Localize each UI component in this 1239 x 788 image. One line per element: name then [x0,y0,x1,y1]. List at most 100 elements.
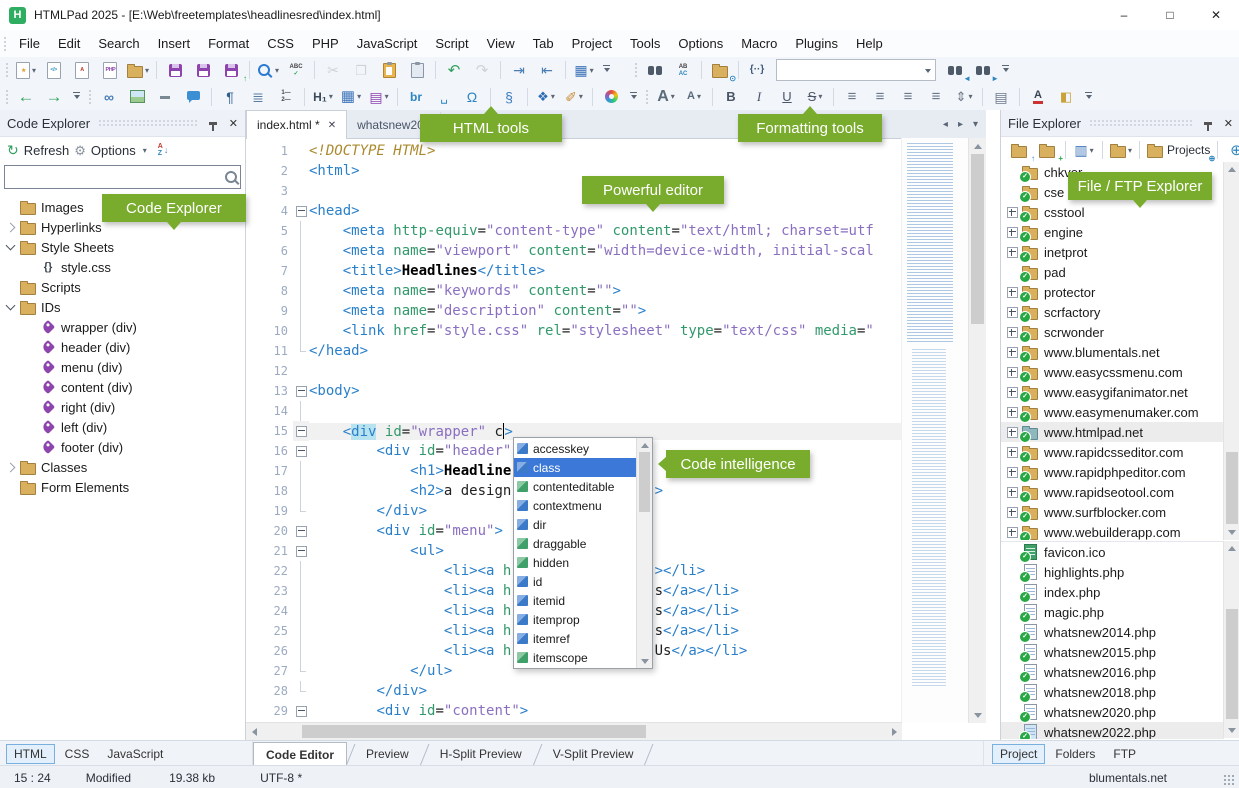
tree-item-content-div[interactable]: content (div) [0,377,245,397]
menu-item-view[interactable]: View [478,36,524,51]
tree-item-footer-div[interactable]: footer (div) [0,437,245,457]
table-icon[interactable]: ▦▾ [338,86,364,108]
vertical-scroll-thumb[interactable] [971,154,984,324]
code-line[interactable]: 12 [246,361,902,381]
fold-marker-icon[interactable] [296,426,307,437]
menu-item-plugins[interactable]: Plugins [786,36,847,51]
horizontal-rule-icon[interactable]: ▬ [152,86,178,108]
editor-tab-index-html[interactable]: index.html *✕ [246,110,347,139]
horizontal-scroll-thumb[interactable] [302,725,646,738]
fold-marker-icon[interactable] [296,386,307,397]
editor-vertical-scrollbar[interactable] [968,138,986,723]
menu-item-project[interactable]: Project [563,36,621,51]
expand-icon[interactable] [5,222,15,232]
folder-item-www-rapidcsseditor-com[interactable]: ✓www.rapidcsseditor.com [1001,442,1224,462]
line-spacing-icon[interactable]: ⇕▾ [951,86,977,108]
file-item-highlights-php[interactable]: ✓highlights.php [1001,562,1224,582]
save-all-icon[interactable] [190,59,216,81]
folder-item-protector[interactable]: ✓protector [1001,282,1224,302]
open-file-icon[interactable]: ▾ [125,59,151,81]
expand-plus-icon[interactable] [1007,407,1018,418]
projects-icon[interactable]: ⊕Projects [1145,139,1212,161]
view-mode-icon[interactable]: ▥▾ [1071,139,1097,161]
expand-plus-icon[interactable] [1007,327,1018,338]
find-icon[interactable] [642,59,668,81]
indent-icon[interactable]: ⇥ [506,59,532,81]
file-item-magic-php[interactable]: ✓magic.php [1001,602,1224,622]
find-next-icon[interactable]: ► [970,59,996,81]
menu-item-format[interactable]: Format [199,36,258,51]
new-document-icon[interactable]: ★▾ [13,59,39,81]
nav-overflow-icon[interactable] [70,86,83,108]
paragraph-box-icon[interactable]: ▤ [988,86,1014,108]
comment-icon[interactable] [180,86,206,108]
panel-tab-folders[interactable]: Folders [1047,744,1103,764]
folders-scroll-thumb[interactable] [1226,452,1238,524]
navigate-forward-icon[interactable]: → [41,86,67,108]
expand-plus-icon[interactable] [1007,247,1018,258]
fill-color-icon[interactable]: ◧ [1053,86,1079,108]
expand-plus-icon[interactable] [1007,227,1018,238]
search-overflow-icon[interactable] [999,59,1012,81]
color-picker-icon[interactable] [598,86,624,108]
image-icon[interactable] [124,86,150,108]
menu-item-php[interactable]: PHP [303,36,348,51]
code-line[interactable]: 4<head> [246,201,902,221]
new-php-document-icon[interactable]: PHP [97,59,123,81]
view-tab-code-editor[interactable]: Code Editor [253,742,347,766]
font-color-icon[interactable]: A [1025,86,1051,108]
file-item-whatsnew2018-php[interactable]: ✓whatsnew2018.php [1001,682,1224,702]
folder-item-csstool[interactable]: ✓csstool [1001,202,1224,222]
code-line[interactable]: 5 <meta http-equiv="content-type" conten… [246,221,902,241]
toolbar-overflow-icon[interactable] [600,59,613,81]
close-button[interactable]: ✕ [1193,0,1239,30]
expand-plus-icon[interactable] [1007,307,1018,318]
heading-icon[interactable]: H₁▾ [310,86,336,108]
find-in-files-icon[interactable]: ⊙ [707,59,733,81]
menu-item-tab[interactable]: Tab [524,36,563,51]
tree-item-style-css[interactable]: {}style.css [0,257,245,277]
close-panel-icon[interactable]: ✕ [229,117,238,130]
folder-item-engine[interactable]: ✓engine [1001,222,1224,242]
menu-item-file[interactable]: File [10,36,49,51]
find-previous-icon[interactable]: ◄ [942,59,968,81]
code-line[interactable]: 14 [246,401,902,421]
search-term-combobox-arrow[interactable] [920,60,935,80]
file-item-whatsnew2016-php[interactable]: ✓whatsnew2016.php [1001,662,1224,682]
resize-grip[interactable] [1223,774,1236,787]
folder-item-www-surfblocker-com[interactable]: ✓www.surfblocker.com [1001,502,1224,522]
autocomplete-scrollbar[interactable] [636,438,652,668]
code-template-icon[interactable]: {··} [744,59,770,81]
panel-layout-icon[interactable]: ▦▾ [571,59,597,81]
grow-font-icon[interactable]: A▾ [653,86,679,108]
tree-item-style-sheets[interactable]: Style Sheets [0,237,245,257]
code-line[interactable]: 10 <link href="style.css" rel="styleshee… [246,321,902,341]
tree-item-header-div[interactable]: header (div) [0,337,245,357]
hyperlink-icon[interactable]: ∞ [96,86,122,108]
save-upload-icon[interactable]: ↑ [218,59,244,81]
expand-plus-icon[interactable] [1007,467,1018,478]
refresh-icon[interactable]: ↻ [7,143,19,157]
pin-icon[interactable] [1204,122,1212,125]
files-scrollbar[interactable] [1223,541,1239,738]
align-left-icon[interactable]: ≡ [839,86,865,108]
code-line[interactable]: 11</head> [246,341,902,361]
tree-item-menu-div[interactable]: menu (div) [0,357,245,377]
line-break-icon[interactable]: br [403,86,429,108]
autocomplete-item-id[interactable]: id [514,572,636,591]
fold-marker-icon[interactable] [296,206,307,217]
clipboard-icon[interactable] [404,59,430,81]
panel-tab-ftp[interactable]: FTP [1105,744,1144,764]
expand-plus-icon[interactable] [1007,487,1018,498]
autocomplete-scroll-thumb[interactable] [639,452,650,512]
file-item-index-php[interactable]: ✓index.php [1001,582,1224,602]
view-tab-h-split-preview[interactable]: H-Split Preview [428,741,534,766]
align-right-icon[interactable]: ≡ [895,86,921,108]
autocomplete-item-contextmenu[interactable]: contextmenu [514,496,636,515]
folder-item-www-easymenumaker-com[interactable]: ✓www.easymenumaker.com [1001,402,1224,422]
expand-plus-icon[interactable] [1007,287,1018,298]
spellcheck-icon[interactable]: ABC✓ [283,59,309,81]
paragraph-icon[interactable]: ¶ [217,86,243,108]
folder-item-www-rapidphpeditor-com[interactable]: ✓www.rapidphpeditor.com [1001,462,1224,482]
pin-icon[interactable] [209,122,217,125]
